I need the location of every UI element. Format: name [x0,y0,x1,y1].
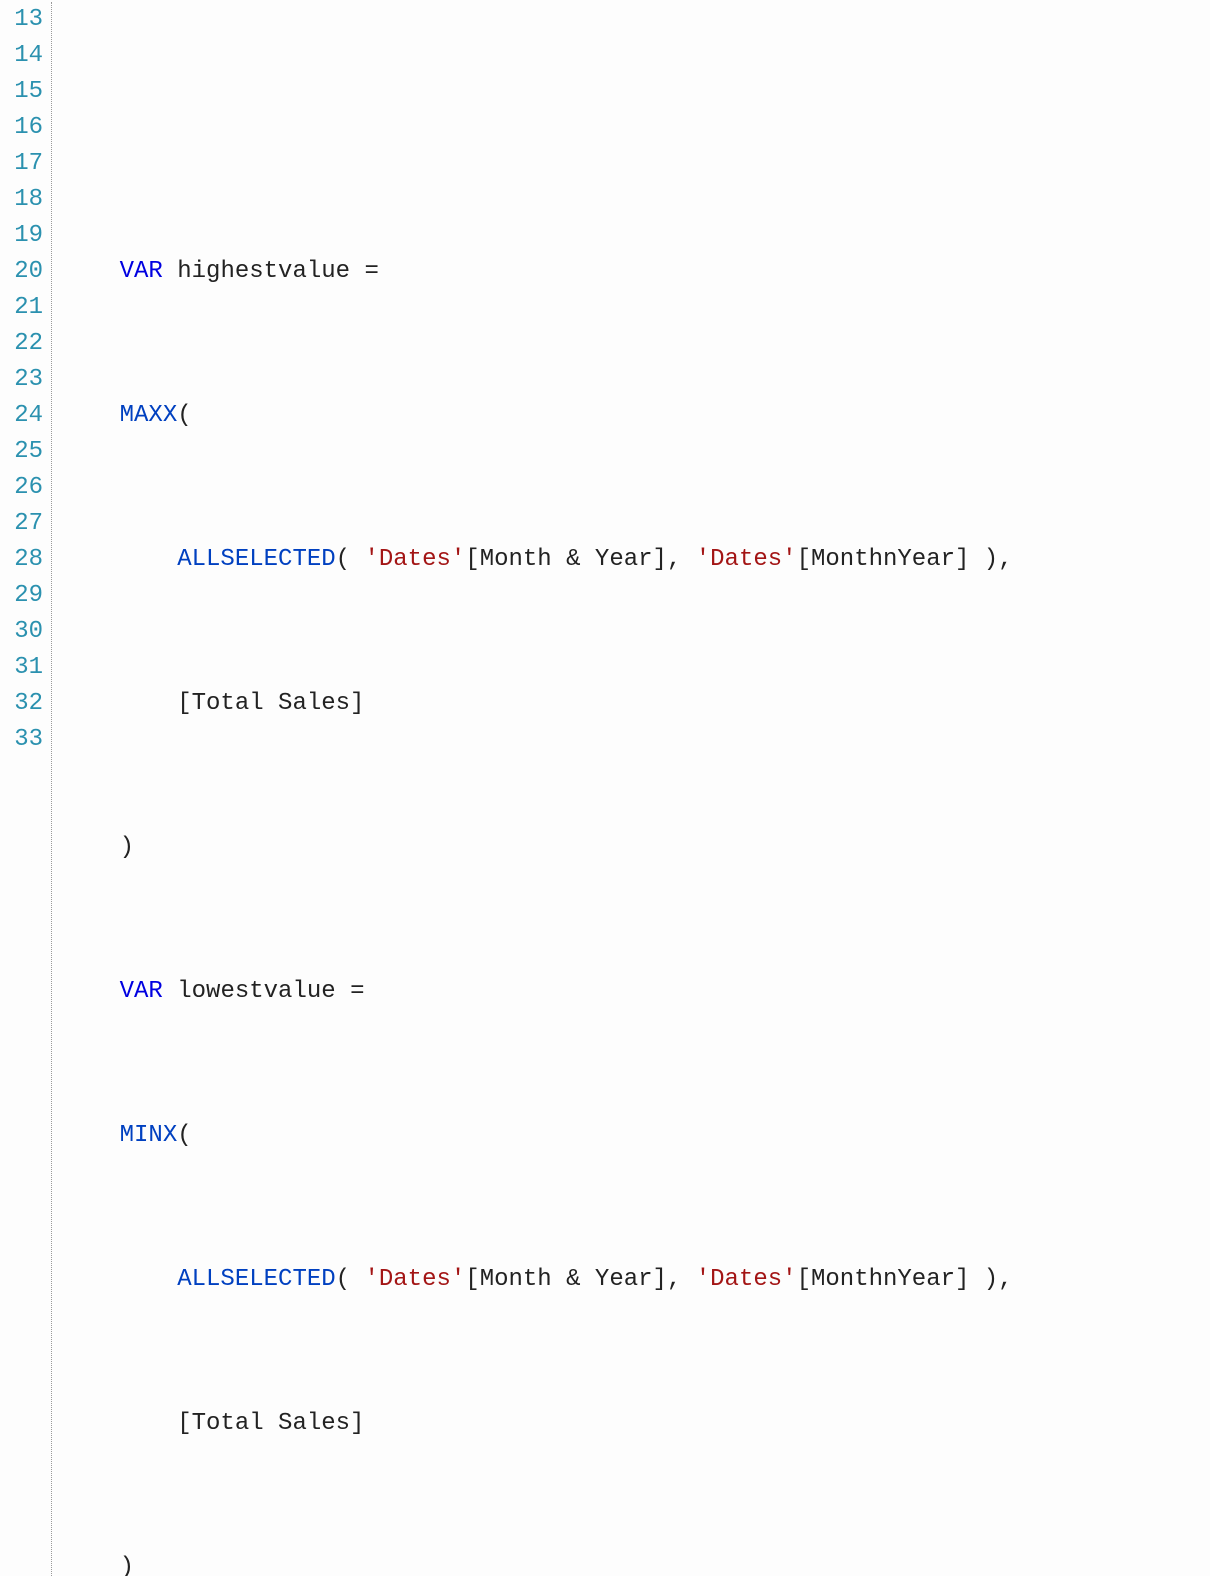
line-number: 25 [0,434,43,470]
table-ref: 'Dates' [696,1266,797,1293]
code-line[interactable]: [Total Sales] [62,686,1013,722]
line-number: 22 [0,326,43,362]
measure-ref: [Total Sales] [177,690,364,717]
function-minx: MINX [120,1122,178,1149]
code-line[interactable]: [Total Sales] [62,1406,1013,1442]
code-line[interactable]: VAR lowestvalue = [62,974,1013,1010]
function-allselected: ALLSELECTED [177,1266,335,1293]
line-gutter: 13 14 15 16 17 18 19 20 21 22 23 24 25 2… [0,2,52,1576]
column-ref: [Month & Year] [465,546,667,573]
line-number: 23 [0,362,43,398]
column-ref: [MonthnYear] [797,546,970,573]
line-number: 14 [0,38,43,74]
code-line[interactable]: ALLSELECTED( 'Dates'[Month & Year], 'Dat… [62,1262,1013,1298]
line-number: 15 [0,74,43,110]
line-number: 13 [0,2,43,38]
line-number: 30 [0,614,43,650]
keyword-var: VAR [120,978,163,1005]
code-line[interactable] [62,110,1013,146]
measure-ref: [Total Sales] [177,1410,364,1437]
code-line[interactable]: ) [62,830,1013,866]
line-number: 32 [0,686,43,722]
line-number: 19 [0,218,43,254]
keyword-var: VAR [120,258,163,285]
code-line[interactable]: MAXX( [62,398,1013,434]
line-number: 26 [0,470,43,506]
line-number: 16 [0,110,43,146]
line-number: 20 [0,254,43,290]
line-number: 18 [0,182,43,218]
line-number: 27 [0,506,43,542]
line-number: 17 [0,146,43,182]
function-allselected: ALLSELECTED [177,546,335,573]
table-ref: 'Dates' [364,546,465,573]
code-line[interactable]: MINX( [62,1118,1013,1154]
column-ref: [MonthnYear] [797,1266,970,1293]
code-line[interactable]: ALLSELECTED( 'Dates'[Month & Year], 'Dat… [62,542,1013,578]
function-maxx: MAXX [120,402,178,429]
line-number: 28 [0,542,43,578]
column-ref: [Month & Year] [465,1266,667,1293]
code-content[interactable]: VAR highestvalue = MAXX( ALLSELECTED( 'D… [52,2,1013,1576]
line-number: 33 [0,722,43,758]
table-ref: 'Dates' [696,546,797,573]
code-editor[interactable]: 13 14 15 16 17 18 19 20 21 22 23 24 25 2… [0,0,1210,1576]
code-line[interactable]: VAR highestvalue = [62,254,1013,290]
code-line[interactable]: ) [62,1550,1013,1576]
line-number: 31 [0,650,43,686]
identifier: highestvalue [177,258,350,285]
line-number: 21 [0,290,43,326]
table-ref: 'Dates' [364,1266,465,1293]
line-number: 24 [0,398,43,434]
identifier: lowestvalue [177,978,335,1005]
line-number: 29 [0,578,43,614]
